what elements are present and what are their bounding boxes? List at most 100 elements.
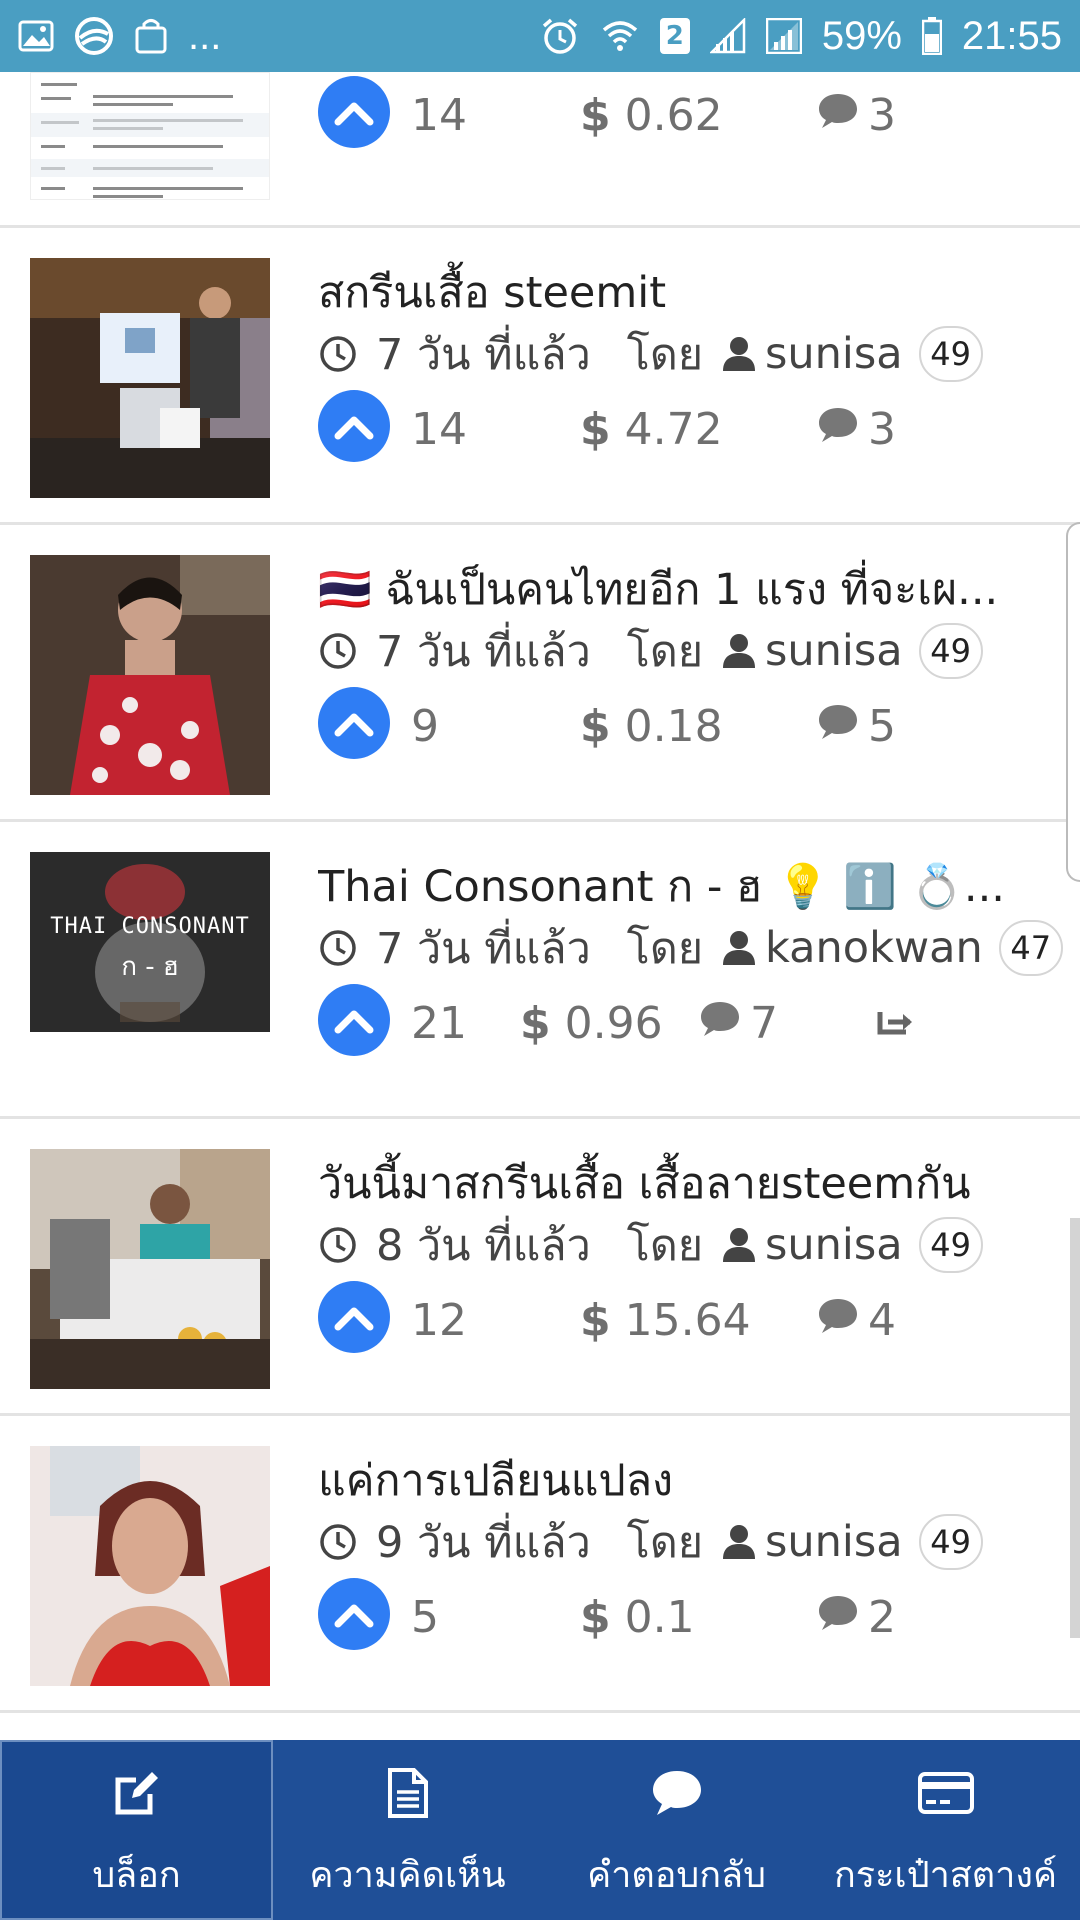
post-time: 7 วัน ที่แล้ว [376,924,591,974]
comment-count[interactable]: 7 [750,998,778,1049]
upvote-button[interactable] [318,76,390,148]
post-item[interactable]: สกรีนเสื้อ steemit 7 วัน ที่แล้ว โดย sun… [0,228,1080,525]
nav-comments[interactable]: ความคิดเห็น [273,1740,542,1920]
comment-icon [816,1592,860,1636]
chevron-up-icon [334,416,374,440]
currency-symbol: $ [580,701,611,752]
currency-symbol: $ [580,1592,611,1643]
nav-label: บล็อก [92,1854,181,1896]
edit-icon [112,1758,162,1828]
post-stats: 9 $ 0.18 5 [318,687,1058,759]
alarm-icon [540,16,580,56]
status-overflow: ... [188,13,222,58]
payout-value[interactable]: $ 0.18 [580,701,723,752]
post-title[interactable]: Thai Consonant ก - ฮ 💡 ℹ️ 💍... [318,852,1048,920]
comment-count[interactable]: 2 [868,1592,896,1643]
comment-count[interactable]: 3 [868,90,896,141]
signal-icon [709,18,746,54]
comment-count[interactable]: 5 [868,701,896,752]
post-time: 9 วัน ที่แล้ว [376,1518,591,1568]
resteem-icon[interactable] [876,1000,916,1040]
nav-wallet[interactable]: กระเป๋าสตางค์ [811,1740,1080,1920]
sim-badge: 2 [659,18,690,54]
scrollbar[interactable] [1070,1218,1080,1638]
thumbnail-caption-2: ก - ฮ [121,952,179,982]
payout-amount: 0.62 [624,90,723,141]
payout-value[interactable]: $ 0.1 [580,1592,695,1643]
payout-amount: 4.72 [624,404,723,455]
post-time: 8 วัน ที่แล้ว [376,1221,591,1271]
post-meta: 7 วัน ที่แล้ว โดย kanokwan 47 [318,914,1063,982]
nav-blog[interactable]: บล็อก [0,1740,273,1920]
post-item[interactable]: แค่การเปลียนแปลง 9 วัน ที่แล้ว โดย sunis… [0,1416,1080,1713]
comment-count[interactable]: 3 [868,404,896,455]
post-title[interactable]: สกรีนเสื้อ steemit [318,258,1048,326]
post-item[interactable]: 🇹🇭 ฉันเป็นคนไทยอีก 1 แรง ที่จะเผ... 7 วั… [0,525,1080,822]
by-label: โดย [626,1518,704,1568]
payout-value[interactable]: $ 15.64 [580,1295,751,1346]
upvote-button[interactable] [318,1578,390,1650]
post-author[interactable]: sunisa [765,329,903,379]
clock-icon [320,1227,356,1263]
upvote-button[interactable] [318,390,390,462]
reputation-badge: 49 [918,1514,983,1570]
post-meta: 7 วัน ที่แล้ว โดย sunisa 49 [318,617,983,685]
chevron-up-icon [334,1604,374,1628]
vote-count: 12 [411,1295,467,1346]
comment-count[interactable]: 4 [868,1295,896,1346]
payout-value[interactable]: $ 4.72 [580,404,723,455]
post-title[interactable]: แค่การเปลียนแปลง [318,1446,1048,1514]
chevron-up-icon [334,713,374,737]
clock-icon [320,930,356,966]
bottom-navigation: บล็อก ความคิดเห็น คำตอบกลับ กระเป๋าสตางค… [0,1740,1080,1920]
post-stats: 5 $ 0.1 2 [318,1578,1058,1650]
chat-icon [649,1758,705,1828]
post-meta: 9 วัน ที่แล้ว โดย sunisa 49 [318,1508,983,1576]
nav-label: กระเป๋าสตางค์ [833,1854,1058,1896]
vote-count: 14 [411,90,467,141]
user-icon [723,634,756,668]
vote-count: 21 [411,998,467,1049]
post-author[interactable]: sunisa [765,1220,903,1270]
payout-amount: 0.96 [564,998,663,1049]
upvote-button[interactable] [318,1281,390,1353]
document-icon [387,1758,428,1828]
payout-amount: 0.18 [624,701,723,752]
post-author[interactable]: kanokwan [765,923,983,973]
thumbnail-caption: THAI CONSONANT [50,914,250,939]
post-thumbnail[interactable] [30,1149,270,1389]
post-thumbnail[interactable]: THAI CONSONANT ก - ฮ [30,852,270,1032]
payout-value[interactable]: $ 0.62 [580,90,723,141]
post-thumbnail[interactable] [30,1446,270,1686]
status-bar: ... 2 59% 21:55 [0,0,1080,72]
post-title[interactable]: 🇹🇭 ฉันเป็นคนไทยอีก 1 แรง ที่จะเผ... [318,555,1048,623]
clock: 21:55 [961,13,1062,58]
upvote-button[interactable] [318,984,390,1056]
post-thumbnail[interactable] [30,555,270,795]
payout-value[interactable]: $ 0.96 [520,998,663,1049]
post-thumbnail[interactable] [30,72,270,200]
post-thumbnail[interactable] [30,258,270,498]
post-item[interactable]: วันนี้มาสกรีนเสื้อ เสื้อลายsteemกัน 8 วั… [0,1119,1080,1416]
user-icon [723,1228,756,1262]
currency-symbol: $ [580,1295,611,1346]
post-author[interactable]: sunisa [765,1517,903,1567]
reputation-badge: 49 [918,326,983,382]
post-item[interactable]: THAI CONSONANT ก - ฮ Thai Consonant ก - … [0,822,1080,1119]
currency-symbol: $ [580,90,611,141]
signal-icon-2 [765,18,802,54]
post-item[interactable]: 14 $ 0.62 3 [0,72,1080,228]
side-handle[interactable] [1066,522,1080,882]
battery-percent: 59% [821,13,902,58]
post-title[interactable]: วันนี้มาสกรีนเสื้อ เสื้อลายsteemกัน [318,1149,1048,1217]
post-meta: 7 วัน ที่แล้ว โดย sunisa 49 [318,320,983,388]
post-author[interactable]: sunisa [765,626,903,676]
post-time: 7 วัน ที่แล้ว [376,627,591,677]
post-feed[interactable]: 14 $ 0.62 3 สกรีนเสื้อ steemit 7 วัน ที่… [0,72,1080,1740]
post-stats: 12 $ 15.64 4 [318,1281,1058,1353]
upvote-button[interactable] [318,687,390,759]
clock-icon [320,1524,356,1560]
shopping-bag-icon [134,17,168,55]
user-icon [723,337,756,371]
nav-replies[interactable]: คำตอบกลับ [542,1740,811,1920]
